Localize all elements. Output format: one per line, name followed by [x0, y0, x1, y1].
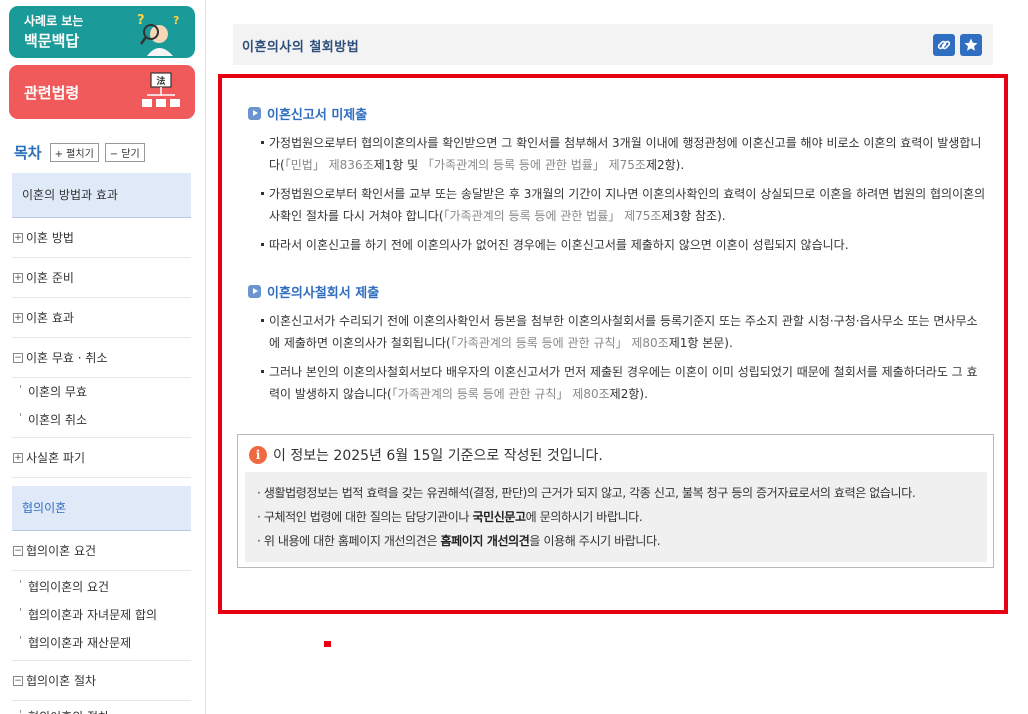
toc-item-agreed-procedure[interactable]: − 협의이혼 절차: [12, 661, 191, 701]
toc-item-defacto-marriage[interactable]: + 사실혼 파기: [12, 438, 191, 478]
law-reference-link[interactable]: 「가족관계의 등록 등에 관한 규칙」 제80조: [392, 387, 610, 401]
bullet-item: 따라서 이혼신고를 하기 전에 이혼의사가 없어진 경우에는 이혼신고서를 제출…: [248, 234, 988, 256]
section-no-report: 이혼신고서 미제출 가정법원으로부터 협의이혼의사를 확인받으면 그 확인서를 …: [248, 104, 988, 263]
plus-box-icon: +: [13, 233, 23, 243]
bullet-item: 그러나 본인의 이혼의사철회서보다 배우자의 이혼신고서가 먼저 제출된 경우에…: [248, 361, 988, 405]
notice-text: 에 문의하시기 바랍니다.: [525, 510, 643, 524]
notice-text: · 구체적인 법령에 대한 질의는 담당기관이나: [257, 510, 473, 524]
toc-sub-item[interactable]: 협의이혼과 재산문제: [12, 627, 191, 661]
toc-header: 목차 + 펼치기 − 닫기: [14, 142, 145, 163]
bullet-text: 제2항).: [645, 158, 685, 172]
link-button[interactable]: [933, 34, 955, 56]
link-icon: [937, 40, 951, 50]
law-reference-link[interactable]: 「가족관계의 등록 등에 관한 법률」 제75조: [444, 209, 662, 223]
toc-item-label: 이혼 방법: [26, 231, 74, 245]
collapse-all-button[interactable]: − 닫기: [104, 143, 145, 162]
toc-item-agreed-requirements[interactable]: − 협의이혼 요건: [12, 531, 191, 571]
toc-title: 목차: [14, 144, 42, 162]
notice-line: · 생활법령정보는 법적 효력을 갖는 유권해석(결정, 판단)의 근거가 되지…: [257, 486, 916, 500]
notice-line: · 구체적인 법령에 대한 질의는 담당기관이나 국민신문고에 문의하시기 바랍…: [257, 505, 987, 529]
bullet-text: 따라서 이혼신고를 하기 전에 이혼의사가 없어진 경우에는 이혼신고서를 제출…: [269, 238, 849, 252]
sinmungo-link[interactable]: 국민신문고: [472, 510, 526, 524]
toc-list: 이혼의 방법과 효과 + 이혼 방법 + 이혼 준비 + 이혼 효과 − 이혼 무효 ·…: [12, 173, 191, 714]
toc-item-label: 이혼 효과: [26, 311, 74, 325]
section-heading-label: 이혼의사철회서 제출: [267, 286, 380, 301]
title-bar: 이혼의사의 철회방법: [233, 24, 993, 65]
law-reference-link[interactable]: 「민법」 제836조: [285, 158, 374, 172]
toc-sub-item[interactable]: 협의이혼의 요건: [12, 571, 191, 601]
toc-item-divorce-method[interactable]: + 이혼 방법: [12, 218, 191, 258]
section-withdrawal: 이혼의사철회서 제출 이혼신고서가 수리되기 전에 이혼의사확인서 등본을 첨부…: [248, 282, 988, 412]
bullet-list: 이혼신고서가 수리되기 전에 이혼의사확인서 등본을 첨부한 이혼의사철회서를 …: [248, 310, 988, 405]
expand-all-button[interactable]: + 펼치기: [49, 143, 99, 162]
toc-item-divorce-void[interactable]: − 이혼 무효 · 취소: [12, 338, 191, 378]
law-hierarchy-icon: 法: [142, 72, 180, 107]
related-law-banner-title: 관련법령: [24, 84, 80, 102]
toc-sub-item[interactable]: 협의이혼과 자녀문제 합의: [12, 599, 191, 629]
toc-sub-item[interactable]: 이혼의 무효: [12, 376, 191, 406]
svg-text:?: ?: [137, 13, 145, 28]
minus-box-icon: −: [13, 353, 23, 363]
bullet-item: 가정법원으로부터 확인서를 교부 또는 송달받은 후 3개월의 기간이 지나면 …: [248, 183, 988, 227]
plus-box-icon: +: [13, 273, 23, 283]
star-icon: [964, 38, 978, 51]
notice-text: 을 이용해 주시기 바랍니다.: [529, 534, 661, 548]
minus-box-icon: −: [13, 676, 23, 686]
law-glyph: 法: [156, 75, 165, 87]
plus-box-icon: +: [13, 453, 23, 463]
notice-heading: i 이 정보는 2025년 6월 15일 기준으로 작성된 것입니다.: [249, 445, 603, 465]
red-marker: [324, 641, 331, 647]
plus-box-icon: +: [13, 313, 23, 323]
sidebar: 사례로 보는 백문백답 ? ? 관련법령 法 목차 + 펼치기 − 닫기 이혼의…: [0, 0, 206, 714]
page-title: 이혼의사의 철회방법: [242, 40, 360, 55]
bullet-item: 이혼신고서가 수리되기 전에 이혼의사확인서 등본을 첨부한 이혼의사철회서를 …: [248, 310, 988, 354]
bullet-text: 제1항 본문).: [668, 336, 733, 350]
qna-banner[interactable]: 사례로 보는 백문백답 ? ?: [9, 6, 195, 58]
bullet-text: 제1항 및: [373, 158, 423, 172]
toc-sub-item[interactable]: 이혼의 취소: [12, 404, 191, 438]
play-bullet-icon: [248, 107, 261, 120]
bullet-text: 제3항 참조).: [661, 209, 726, 223]
law-reference-link[interactable]: 「가족관계의 등록 등에 관한 규칙」 제80조: [451, 336, 669, 350]
bookmark-button[interactable]: [960, 34, 982, 56]
notice-heading-text: 이 정보는 2025년 6월 15일 기준으로 작성된 것입니다.: [273, 448, 603, 464]
highlighted-content: 이혼신고서 미제출 가정법원으로부터 협의이혼의사를 확인받으면 그 확인서를 …: [218, 74, 1008, 614]
law-reference-link[interactable]: 「가족관계의 등록 등에 관한 법률」 제75조: [422, 158, 646, 172]
svg-text:?: ?: [173, 14, 179, 27]
minus-box-icon: −: [13, 546, 23, 556]
section-heading: 이혼의사철회서 제출: [248, 282, 988, 301]
toc-category-divorce-method[interactable]: 이혼의 방법과 효과: [12, 173, 191, 218]
qna-banner-subtitle: 사례로 보는: [24, 14, 84, 28]
toc-item-divorce-effect[interactable]: + 이혼 효과: [12, 298, 191, 338]
qna-banner-title: 백문백답: [24, 32, 80, 50]
bullet-list: 가정법원으로부터 협의이혼의사를 확인받으면 그 확인서를 첨부해서 3개월 이…: [248, 132, 988, 256]
notice-text: · 위 내용에 대한 홈페이지 개선의견은: [257, 534, 441, 548]
toc-category-agreed-divorce[interactable]: 협의이혼: [12, 486, 191, 531]
toc-item-label: 사실혼 파기: [26, 451, 86, 465]
notice-line: · 위 내용에 대한 홈페이지 개선의견은 홈페이지 개선의견을 이용해 주시기…: [257, 529, 987, 553]
toc-item-label: 이혼 준비: [26, 271, 74, 285]
section-heading: 이혼신고서 미제출: [248, 104, 988, 123]
toc-item-label: 이혼 무효 · 취소: [26, 351, 108, 365]
related-law-banner[interactable]: 관련법령 法: [9, 65, 195, 119]
section-heading-label: 이혼신고서 미제출: [267, 108, 368, 123]
toc-sub-item[interactable]: 협의이혼의 절차: [12, 701, 191, 714]
info-icon: i: [249, 446, 267, 464]
toc-item-label: 협의이혼 요건: [26, 544, 97, 558]
bullet-item: 가정법원으로부터 협의이혼의사를 확인받으면 그 확인서를 첨부해서 3개월 이…: [248, 132, 988, 176]
notice-box: i 이 정보는 2025년 6월 15일 기준으로 작성된 것입니다. · 생활…: [237, 434, 994, 568]
toc-item-label: 협의이혼 절차: [26, 674, 97, 688]
toc-item-divorce-prepare[interactable]: + 이혼 준비: [12, 258, 191, 298]
feedback-link[interactable]: 홈페이지 개선의견: [441, 534, 530, 548]
person-magnifier-icon: ? ?: [137, 13, 179, 56]
bullet-text: 제2항).: [609, 387, 648, 401]
notice-body: · 생활법령정보는 법적 효력을 갖는 유권해석(결정, 판단)의 근거가 되지…: [245, 472, 987, 562]
play-bullet-icon: [248, 285, 261, 298]
